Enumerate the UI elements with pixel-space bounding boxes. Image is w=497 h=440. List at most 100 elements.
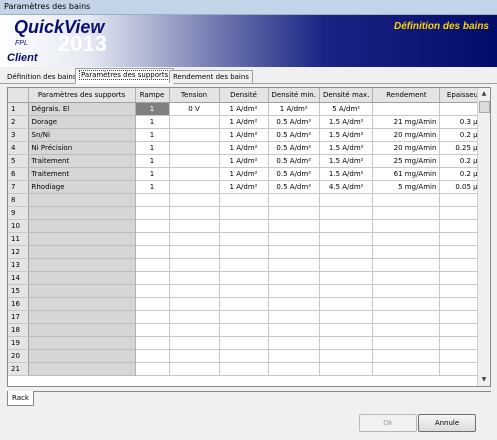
grid-cell[interactable] xyxy=(135,310,170,324)
grid-cell[interactable] xyxy=(372,297,441,311)
grid-cell[interactable] xyxy=(169,232,220,246)
grid-cell[interactable] xyxy=(169,323,220,337)
grid-cell[interactable]: 1 xyxy=(135,154,170,168)
column-header[interactable]: Rendement xyxy=(372,88,441,103)
table-row[interactable]: 10 xyxy=(8,219,489,233)
grid-cell[interactable] xyxy=(219,284,269,298)
grid-cell[interactable] xyxy=(319,310,374,324)
grid-cell[interactable] xyxy=(135,219,170,233)
table-row[interactable]: 13 xyxy=(8,258,489,272)
grid-cell[interactable] xyxy=(319,258,374,272)
grid-cell[interactable] xyxy=(319,297,374,311)
grid-cell[interactable] xyxy=(169,141,220,155)
grid-cell[interactable] xyxy=(169,180,220,194)
scroll-thumb[interactable] xyxy=(479,101,490,113)
grid-cell[interactable] xyxy=(372,323,441,337)
grid-cell[interactable] xyxy=(169,336,220,350)
table-row[interactable]: 21 xyxy=(8,362,489,376)
table-row[interactable]: 18 xyxy=(8,323,489,337)
table-row[interactable]: 11 xyxy=(8,232,489,246)
support-name-cell[interactable]: Traitement xyxy=(28,154,136,168)
column-header[interactable]: Tension xyxy=(169,88,220,103)
grid-cell[interactable] xyxy=(219,219,269,233)
grid-cell[interactable] xyxy=(135,362,170,376)
grid-cell[interactable] xyxy=(219,193,269,207)
grid-cell[interactable] xyxy=(268,258,320,272)
grid-cell[interactable] xyxy=(268,297,320,311)
grid-cell[interactable]: 20 mg/Amin xyxy=(372,141,441,155)
grid-cell[interactable] xyxy=(319,245,374,259)
grid-cell[interactable] xyxy=(372,102,441,116)
grid-cell[interactable] xyxy=(268,219,320,233)
grid-cell[interactable]: 1.5 A/dm² xyxy=(319,128,374,142)
grid-cell[interactable] xyxy=(268,362,320,376)
column-header[interactable]: Densité xyxy=(219,88,269,103)
scroll-down-icon[interactable]: ▼ xyxy=(478,374,490,386)
grid-cell[interactable] xyxy=(268,336,320,350)
grid-cell[interactable] xyxy=(169,310,220,324)
table-row[interactable]: 3 Sn/Ni 1 1 A/dm² 0.5 A/dm² 1.5 A/dm² 20 mg/Am… xyxy=(8,128,489,142)
grid-cell[interactable]: 0.5 A/dm² xyxy=(268,167,320,181)
grid-cell[interactable] xyxy=(219,349,269,363)
grid-cell[interactable] xyxy=(268,284,320,298)
grid-cell[interactable] xyxy=(219,310,269,324)
grid-cell[interactable] xyxy=(219,206,269,220)
grid-cell[interactable]: 1 xyxy=(135,115,170,129)
grid-cell[interactable] xyxy=(319,271,374,285)
grid-cell[interactable]: 1.5 A/dm² xyxy=(319,141,374,155)
grid-cell[interactable] xyxy=(135,232,170,246)
grid-cell[interactable] xyxy=(372,206,441,220)
grid-cell[interactable] xyxy=(372,245,441,259)
column-header[interactable]: Rampe xyxy=(135,88,170,103)
grid-cell[interactable] xyxy=(268,193,320,207)
grid-cell[interactable] xyxy=(372,362,441,376)
grid-cell[interactable]: 5 A/dm² xyxy=(319,102,374,116)
grid-cell[interactable] xyxy=(372,310,441,324)
grid-cell[interactable] xyxy=(319,206,374,220)
grid-cell[interactable]: 1 xyxy=(135,102,170,116)
table-row[interactable]: 9 xyxy=(8,206,489,220)
table-row[interactable]: 20 xyxy=(8,349,489,363)
grid-cell[interactable] xyxy=(219,232,269,246)
table-row[interactable]: 8 xyxy=(8,193,489,207)
grid-cell[interactable] xyxy=(372,232,441,246)
support-name-cell[interactable]: Rhodiage xyxy=(28,180,136,194)
tab-definition-bains[interactable]: Définition des bains xyxy=(3,70,81,83)
table-row[interactable]: 15 xyxy=(8,284,489,298)
support-name-cell[interactable] xyxy=(28,258,136,272)
grid-cell[interactable] xyxy=(169,284,220,298)
grid-cell[interactable] xyxy=(169,128,220,142)
grid-cell[interactable]: 1 A/dm² xyxy=(219,115,269,129)
grid-cell[interactable] xyxy=(169,362,220,376)
grid-cell[interactable]: 0.5 A/dm² xyxy=(268,180,320,194)
grid-cell[interactable] xyxy=(319,323,374,337)
grid-cell[interactable] xyxy=(268,232,320,246)
grid-cell[interactable]: 1 A/dm² xyxy=(219,180,269,194)
grid-cell[interactable]: 0.5 A/dm² xyxy=(268,128,320,142)
grid-cell[interactable] xyxy=(135,323,170,337)
support-name-cell[interactable] xyxy=(28,206,136,220)
table-row[interactable]: 17 xyxy=(8,310,489,324)
grid-cell[interactable] xyxy=(169,297,220,311)
table-row[interactable]: 7 Rhodiage 1 1 A/dm² 0.5 A/dm² 4.5 A/dm² 5 mg/… xyxy=(8,180,489,194)
grid-cell[interactable]: 0.5 A/dm² xyxy=(268,154,320,168)
table-row[interactable]: 14 xyxy=(8,271,489,285)
support-name-cell[interactable] xyxy=(28,193,136,207)
column-header[interactable]: Densité min. xyxy=(268,88,320,103)
grid-cell[interactable] xyxy=(268,349,320,363)
grid-cell[interactable] xyxy=(319,232,374,246)
support-name-cell[interactable] xyxy=(28,362,136,376)
grid-cell[interactable]: 1.5 A/dm² xyxy=(319,154,374,168)
ok-button[interactable]: Ok xyxy=(359,414,417,432)
grid-cell[interactable]: 1.5 A/dm² xyxy=(319,115,374,129)
grid-cell[interactable] xyxy=(219,245,269,259)
grid-cell[interactable]: 1 A/dm² xyxy=(268,102,320,116)
grid-cell[interactable] xyxy=(135,349,170,363)
grid-cell[interactable] xyxy=(219,323,269,337)
support-name-cell[interactable]: Ni Précision xyxy=(28,141,136,155)
column-header[interactable]: Paramètres des supports xyxy=(28,88,136,103)
grid-cell[interactable] xyxy=(319,219,374,233)
grid-cell[interactable] xyxy=(135,284,170,298)
support-name-cell[interactable]: Dorage xyxy=(28,115,136,129)
grid-cell[interactable] xyxy=(219,362,269,376)
